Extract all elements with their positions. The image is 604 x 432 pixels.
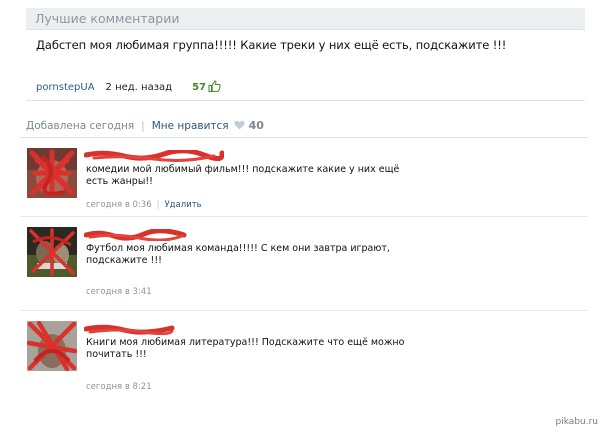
watermark: pikabu.ru bbox=[555, 417, 598, 427]
comments-list: комедии мой любимый фильм!!! подскажите … bbox=[20, 137, 588, 403]
post-added-date: Добавлена сегодня bbox=[26, 119, 135, 132]
comment-item: Книги моя любимая литература!!! Подскажи… bbox=[20, 311, 588, 403]
comment-text: Книги моя любимая литература!!! Подскажи… bbox=[86, 337, 405, 360]
best-comment-time: 2 нед. назад bbox=[105, 81, 173, 93]
comment-meta: сегодня в 0:36 | Удалить bbox=[86, 200, 202, 210]
best-comment-author-link[interactable]: pornstepUA bbox=[36, 82, 95, 93]
comment-meta: сегодня в 8:21 bbox=[86, 382, 152, 392]
best-comment-like-count: 57 bbox=[192, 81, 206, 93]
comment-meta: сегодня в 3:41 bbox=[86, 287, 152, 297]
comment-item: комедии мой любимый фильм!!! подскажите … bbox=[20, 138, 588, 217]
comment-item: Футбол моя любимая команда!!!!! С кем он… bbox=[20, 217, 588, 311]
footer-separator: | bbox=[141, 119, 145, 132]
comment-time[interactable]: сегодня в 3:41 bbox=[86, 287, 152, 297]
best-comments-block: Лучшие комментарии Дабстеп моя любимая г… bbox=[26, 8, 585, 101]
comment-time[interactable]: сегодня в 8:21 bbox=[86, 382, 152, 392]
heart-icon[interactable] bbox=[234, 120, 245, 133]
best-comment-meta: pornstepUA 2 нед. назад 57 bbox=[36, 79, 221, 95]
comment-text: комедии мой любимый фильм!!! подскажите … bbox=[86, 164, 400, 187]
best-comments-header: Лучшие комментарии bbox=[26, 8, 585, 30]
delete-comment-button[interactable]: Удалить bbox=[165, 200, 202, 210]
like-button[interactable]: Мне нравится bbox=[152, 120, 229, 132]
best-comment-text: Дабстеп моя любимая группа!!!!! Какие тр… bbox=[36, 38, 507, 52]
post-footer: Добавлена сегодня | Мне нравится 40 bbox=[26, 119, 264, 132]
meta-separator: | bbox=[156, 200, 160, 210]
comment-text: Футбол моя любимая команда!!!!! С кем он… bbox=[86, 243, 390, 266]
comment-time[interactable]: сегодня в 0:36 bbox=[86, 200, 152, 210]
avatar[interactable] bbox=[27, 148, 77, 198]
thumbs-up-icon[interactable] bbox=[208, 79, 221, 95]
avatar[interactable] bbox=[27, 227, 77, 277]
post-like-count: 40 bbox=[248, 119, 264, 132]
avatar[interactable] bbox=[27, 321, 77, 371]
